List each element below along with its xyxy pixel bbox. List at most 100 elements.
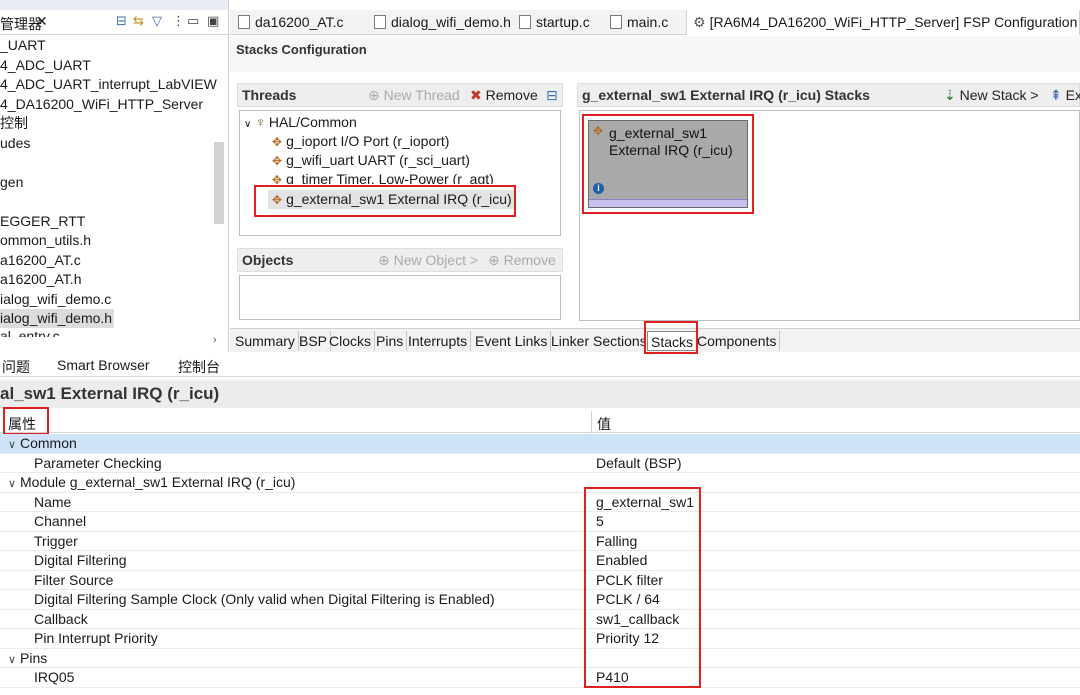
thread-hal-common[interactable]: ∨ ♆ HAL/Common [244, 113, 357, 132]
new-stack-label: New Stack > [959, 87, 1039, 103]
explorer-item[interactable]: udes [0, 134, 30, 153]
module-item[interactable]: ✥ g_ioport I/O Port (r_ioport) [272, 132, 449, 151]
stack-block-footer [589, 199, 747, 207]
explorer-item[interactable]: a16200_AT.h [0, 270, 81, 289]
value-column-header[interactable]: 值 [597, 414, 611, 434]
tab-startup-c[interactable]: startup.c [513, 10, 590, 35]
tab-event-links[interactable]: Event Links [472, 331, 552, 351]
tab-pins[interactable]: Pins [373, 331, 408, 351]
explorer-item[interactable]: 4_ADC_UART [0, 56, 91, 75]
explorer-item[interactable]: 4_DA16200_WiFi_HTTP_Server [0, 95, 203, 114]
property-row[interactable]: Digital Filtering Sample Clock (Only val… [0, 590, 1080, 610]
collapse-icon[interactable]: ⊟ [546, 87, 558, 104]
property-group-row[interactable]: ∨ Module g_external_sw1 External IRQ (r_i… [0, 473, 1080, 493]
maximize-icon[interactable]: ▣ [207, 13, 219, 29]
property-row[interactable]: Channel 5 [0, 512, 1080, 532]
stacks-title: g_external_sw1 External IRQ (r_icu) Stac… [582, 87, 870, 103]
property-row[interactable]: Trigger Falling [0, 532, 1080, 552]
link-editor-icon[interactable]: ⇆ [133, 13, 144, 29]
property-key-text: Pin Interrupt Priority [34, 630, 158, 646]
module-item-selected[interactable]: ✥ g_external_sw1 External IRQ (r_icu) [268, 190, 516, 209]
property-row[interactable]: Name g_external_sw1 [0, 493, 1080, 513]
tab-stacks[interactable]: Stacks [647, 331, 698, 351]
plugin-icon: ✥ [593, 124, 604, 138]
explorer-item[interactable]: 4_ADC_UART_interrupt_LabVIEW [0, 75, 217, 94]
collapse-all-icon[interactable]: ⊟ [116, 13, 127, 29]
explorer-item[interactable]: EGGER_RTT [0, 212, 85, 231]
tab-linker-sections[interactable]: Linker Sections [548, 331, 651, 351]
close-icon[interactable]: ✕ [36, 13, 48, 30]
tab-clocks[interactable]: Clocks [326, 331, 376, 351]
new-thread-button[interactable]: ⊕ New Thread [368, 87, 460, 104]
property-value[interactable]: Priority 12 [596, 629, 659, 649]
threads-title: Threads [242, 87, 297, 103]
property-row[interactable]: IRQ05 P410 [0, 668, 1080, 688]
view-menu-icon[interactable]: ⋮ [172, 13, 185, 29]
property-value[interactable]: Falling [596, 532, 637, 552]
property-row[interactable]: Pin Interrupt Priority Priority 12 [0, 629, 1080, 649]
new-stack-button[interactable]: ⇣ New Stack > [944, 87, 1039, 104]
property-value[interactable]: Default (BSP) [596, 454, 682, 474]
module-item[interactable]: ✥ g_timer Timer, Low-Power (r_agt) [272, 170, 494, 184]
property-value[interactable]: PCLK filter [596, 571, 663, 591]
minimize-icon[interactable]: ▭ [187, 13, 199, 29]
tab-fsp-configuration[interactable]: ⚙ [RA6M4_DA16200_WiFi_HTTP_Server] FSP Co… [686, 10, 1080, 35]
explorer-item[interactable]: al_entry.c [0, 329, 60, 337]
tab-summary[interactable]: Summary [232, 331, 299, 351]
c-file-icon [519, 15, 531, 29]
tab-console[interactable]: 控制台 [178, 357, 220, 377]
explorer-item[interactable]: gen [0, 173, 23, 192]
remove-icon: ⊕ [488, 252, 504, 268]
explorer-tab[interactable]: 管理器 ✕ ⊟ ⇆ ▽ ⋮ ▭ ▣ [0, 10, 228, 35]
property-key-text: Pins [20, 649, 48, 666]
tab-components[interactable]: Components [694, 331, 781, 351]
property-row[interactable]: Filter Source PCLK filter [0, 571, 1080, 591]
remove-object-button[interactable]: ⊕ Remove [488, 252, 556, 269]
property-column-header[interactable]: 属性 [8, 414, 36, 434]
chevron-down-icon[interactable]: ∨ [244, 119, 251, 130]
explorer-scrollbar[interactable] [214, 142, 224, 224]
explorer-item[interactable]: ommon_utils.h [0, 231, 91, 250]
extract-button[interactable]: ⇞ Ex [1050, 87, 1080, 104]
property-name: Parameter Checking [34, 454, 162, 474]
plugin-icon: ✥ [272, 173, 283, 184]
tab-main-c[interactable]: main.c [604, 10, 668, 35]
property-key-text: IRQ05 [34, 669, 75, 685]
tab-problems[interactable]: 问题 [2, 357, 30, 377]
remove-thread-button[interactable]: ✖ Remove [470, 87, 538, 104]
tab-dialog-wifi-demo-h[interactable]: dialog_wifi_demo.h [368, 10, 511, 35]
property-value[interactable]: sw1_callback [596, 610, 679, 630]
stacks-header: g_external_sw1 External IRQ (r_icu) Stac… [577, 83, 1080, 107]
tab-smart-browser[interactable]: Smart Browser [57, 357, 150, 373]
tab-label: dialog_wifi_demo.h [391, 14, 511, 30]
property-row[interactable]: Parameter Checking Default (BSP) [0, 454, 1080, 474]
scroll-down-icon[interactable]: › [213, 334, 217, 346]
property-value[interactable]: P410 [596, 668, 629, 688]
info-icon[interactable]: i [593, 183, 604, 194]
property-group-row[interactable]: ∨ Common [0, 434, 1080, 454]
editor-tabbar: da16200_AT.c dialog_wifi_demo.h startup.… [230, 10, 1080, 35]
filter-icon[interactable]: ▽ [152, 13, 162, 29]
property-name: Channel [34, 512, 86, 532]
property-key-text: Module g_external_sw1 External IRQ (r_ic… [20, 474, 296, 490]
explorer-item[interactable]: 控制 [0, 114, 28, 133]
property-row[interactable]: Callback sw1_callback [0, 610, 1080, 630]
remove-label: Remove [503, 252, 556, 268]
new-thread-label: New Thread [383, 87, 460, 103]
property-group-row[interactable]: ∨ Pins [0, 649, 1080, 668]
property-row[interactable]: Digital Filtering Enabled [0, 551, 1080, 571]
property-value[interactable]: Enabled [596, 551, 647, 571]
tab-interrupts[interactable]: Interrupts [405, 331, 472, 351]
explorer-item[interactable]: ialog_wifi_demo.h [0, 309, 115, 328]
explorer-item[interactable]: _UART [0, 36, 46, 55]
property-value[interactable]: 5 [596, 512, 604, 532]
property-value[interactable]: PCLK / 64 [596, 590, 660, 610]
tab-da16200-at-c[interactable]: da16200_AT.c [232, 10, 343, 35]
explorer-item[interactable]: a16200_AT.c [0, 251, 81, 270]
stack-module-block[interactable]: ✥ g_external_sw1 External IRQ (r_icu) i [588, 120, 748, 208]
module-item[interactable]: ✥ g_wifi_uart UART (r_sci_uart) [272, 151, 470, 170]
new-object-button[interactable]: ⊕ New Object > [378, 252, 478, 269]
explorer-item[interactable]: ialog_wifi_demo.c [0, 290, 111, 309]
column-divider[interactable] [591, 411, 592, 433]
property-value[interactable]: g_external_sw1 [596, 493, 694, 513]
